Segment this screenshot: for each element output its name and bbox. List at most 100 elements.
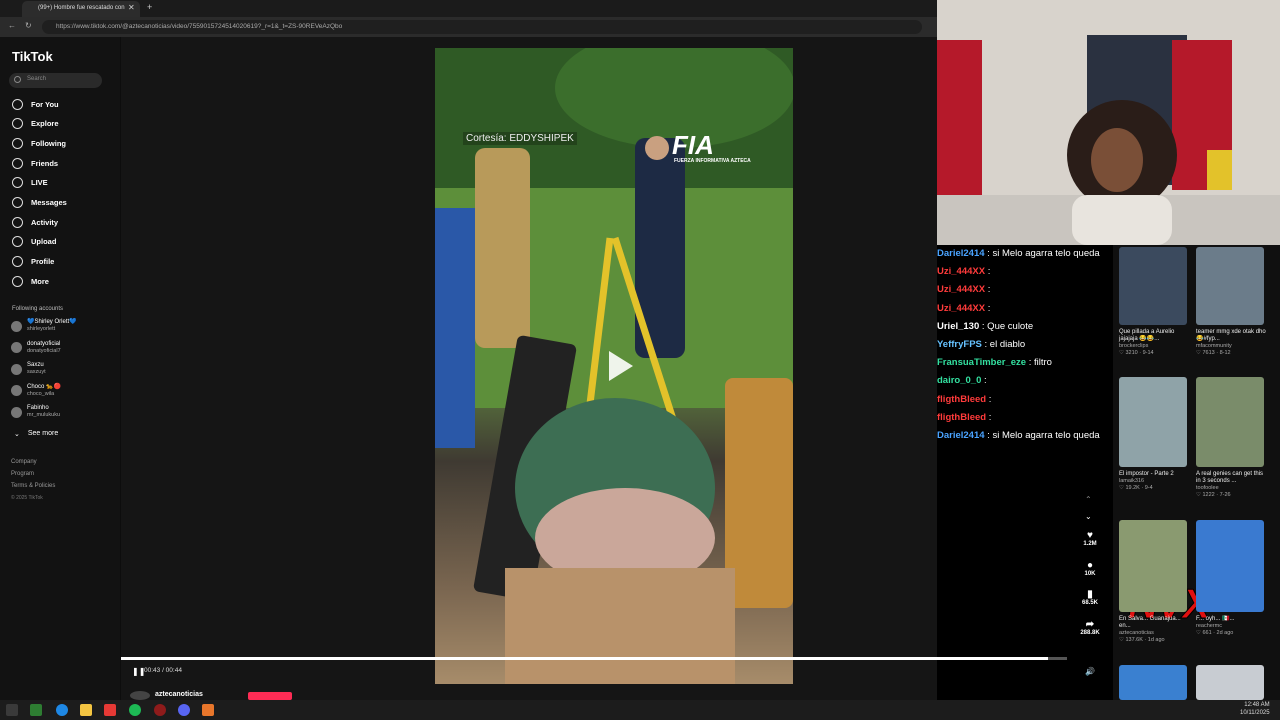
footer-link[interactable]: Terms & Policies xyxy=(11,483,55,489)
follow-button[interactable] xyxy=(248,692,292,700)
rec-author: brockerclips xyxy=(1119,343,1149,349)
rec-thumbnail[interactable] xyxy=(1196,665,1264,700)
following-account[interactable]: 💙Shirley Orlett💙 shirleyorlett xyxy=(11,319,77,333)
account-handle: shirleyorlett xyxy=(27,326,56,332)
nav-item-more[interactable]: More xyxy=(12,274,49,288)
author-avatar[interactable] xyxy=(130,691,150,700)
brand-subtitle: FUERZA INFORMATIVA AZTECA xyxy=(674,158,751,164)
url-input[interactable]: https://www.tiktok.com/@aztecanoticias/v… xyxy=(42,20,922,34)
share-action[interactable]: ➦ 288.8K xyxy=(1074,619,1106,636)
nav-label: Explore xyxy=(31,119,59,129)
action-count: 68.5K xyxy=(1081,600,1098,606)
chat-username[interactable]: Uzi_444XX xyxy=(937,284,985,295)
rec-card[interactable]: teamer mmg xde otak dho 😂#fyp... mfacommu… xyxy=(1196,329,1268,357)
bookmark-icon: ▮ xyxy=(1087,589,1093,600)
discord-icon[interactable] xyxy=(178,704,190,716)
chat-username[interactable]: Uriel_130 xyxy=(937,321,979,332)
bookmark-action[interactable]: ▮ 68.5K xyxy=(1074,589,1106,606)
rec-thumbnail[interactable] xyxy=(1119,247,1187,325)
rec-title: F... oyh... 🇲🇽... xyxy=(1196,616,1235,622)
nav-item-for-you[interactable]: For You xyxy=(12,97,59,111)
chat-username[interactable]: Dariel2414 xyxy=(937,248,985,259)
nav-item-live[interactable]: LIVE xyxy=(12,176,48,190)
chevron-up-icon[interactable]: ⌃ xyxy=(1085,495,1092,504)
chat-username[interactable]: Uzi_444XX xyxy=(937,303,985,314)
footer-link[interactable]: Company xyxy=(11,459,37,465)
app-icon-2[interactable] xyxy=(104,704,116,716)
app-icon-1[interactable] xyxy=(30,704,42,716)
nav-item-messages[interactable]: Messages xyxy=(12,196,67,210)
rec-author: reachermc xyxy=(1196,623,1222,629)
nav-item-upload[interactable]: Upload xyxy=(12,235,56,249)
rec-card[interactable]: El impostor - Parte 2 lamaik316 ♡ 19.2K · … xyxy=(1119,471,1191,492)
rec-stats: ♡ 7613 · 8-12 xyxy=(1196,350,1231,356)
footer-link: © 2025 TikTok xyxy=(11,495,43,501)
rec-card[interactable]: F... oyh... 🇲🇽... reachermc ♡ 661 · 2d ago xyxy=(1196,616,1268,637)
chat-username[interactable]: fligthBleed xyxy=(937,412,986,423)
chevron-down-icon: ⌄ xyxy=(14,431,20,438)
following-header: Following accounts xyxy=(12,306,64,312)
back-icon[interactable]: ← xyxy=(8,21,16,30)
chat-message: YeffryFPS : el diablo xyxy=(937,339,1025,350)
chat-text: : xyxy=(981,375,987,387)
rec-thumbnail[interactable] xyxy=(1196,247,1264,325)
nav-item-activity[interactable]: Activity xyxy=(12,215,58,229)
chat-username[interactable]: Dariel2414 xyxy=(937,430,985,441)
rec-thumbnail[interactable] xyxy=(1119,665,1187,700)
volume-icon[interactable]: 🔊 xyxy=(1085,667,1095,676)
messages-icon xyxy=(12,197,23,208)
comment-action[interactable]: ● 10K xyxy=(1074,560,1106,577)
avatar xyxy=(11,320,22,332)
nav-item-friends[interactable]: Friends xyxy=(12,156,58,170)
account-name: Fabinho xyxy=(27,405,49,411)
spotify-icon[interactable] xyxy=(129,704,141,716)
start-icon[interactable] xyxy=(6,704,18,716)
footer-link[interactable]: Program xyxy=(11,471,34,477)
reload-icon[interactable]: ↻ xyxy=(25,21,32,30)
app-icon-4[interactable] xyxy=(202,704,214,716)
nav-label: Activity xyxy=(31,217,59,227)
rec-thumbnail[interactable] xyxy=(1119,520,1187,612)
rec-card[interactable]: En Salva... Guanajua... en... aztecanotic… xyxy=(1119,616,1191,644)
folder-icon[interactable] xyxy=(80,704,92,716)
browser-tab[interactable]: (99+) Hombre fue rescatado con xyxy=(22,1,140,17)
nav-label: Profile xyxy=(31,257,55,267)
heart-action[interactable]: ♥ 1.2M xyxy=(1074,530,1106,547)
rec-card[interactable]: Que pillada a Aurelio jajajaja 😂😂... broc… xyxy=(1119,329,1191,357)
account-name: Choco 🐆🔴 xyxy=(27,383,61,390)
browser-icon[interactable] xyxy=(56,704,68,716)
account-handle: mr_mulukuku xyxy=(27,412,61,418)
new-tab-icon[interactable]: + xyxy=(147,2,152,12)
nav-item-following[interactable]: Following xyxy=(12,136,66,150)
app-icon-3[interactable] xyxy=(154,704,166,716)
author-name[interactable]: aztecanoticias xyxy=(155,691,203,698)
see-more-button[interactable]: ⌄ See more xyxy=(14,430,58,438)
nav-item-profile[interactable]: Profile xyxy=(12,255,54,269)
system-clock[interactable]: 12:48 AM 10/11/2025 xyxy=(1240,701,1270,717)
rec-thumbnail[interactable] xyxy=(1196,520,1264,612)
play-icon[interactable] xyxy=(601,348,637,384)
chat-username[interactable]: dairo_0_0 xyxy=(937,375,981,386)
activity-icon xyxy=(12,216,23,228)
following-account[interactable]: Fabinho mr_mulukuku xyxy=(11,405,60,419)
rec-thumbnail[interactable] xyxy=(1119,377,1187,467)
search-input[interactable]: Search xyxy=(9,73,102,88)
logo-text: TikTok xyxy=(12,49,53,64)
chat-username[interactable]: Uzi_444XX xyxy=(937,266,985,277)
chevron-down-icon[interactable]: ⌄ xyxy=(1085,512,1092,521)
chat-message: dairo_0_0 : xyxy=(937,375,987,386)
close-tab-icon[interactable]: ✕ xyxy=(128,3,135,12)
rec-card[interactable]: A real genies can get this in 3 seconds … xyxy=(1196,471,1268,499)
rec-stats: ♡ 19.2K · 9-4 xyxy=(1119,485,1153,491)
following-account[interactable]: Choco 🐆🔴 choco_wila xyxy=(11,384,61,398)
chat-username[interactable]: fligthBleed xyxy=(937,394,986,405)
rec-author: aztecanoticias xyxy=(1119,630,1154,636)
rec-title: En Salva... Guanajua... en... xyxy=(1119,616,1181,629)
chat-username[interactable]: YeffryFPS xyxy=(937,339,982,350)
tiktok-logo[interactable]: TikTok xyxy=(12,49,53,64)
following-account[interactable]: Saxzu saxzuyt xyxy=(11,362,46,376)
nav-item-explore[interactable]: Explore xyxy=(12,117,59,131)
rec-thumbnail[interactable] xyxy=(1196,377,1264,467)
following-account[interactable]: donatyoficial donatyoficial7 xyxy=(11,341,61,355)
chat-username[interactable]: FransuaTimber_eze xyxy=(937,357,1026,368)
